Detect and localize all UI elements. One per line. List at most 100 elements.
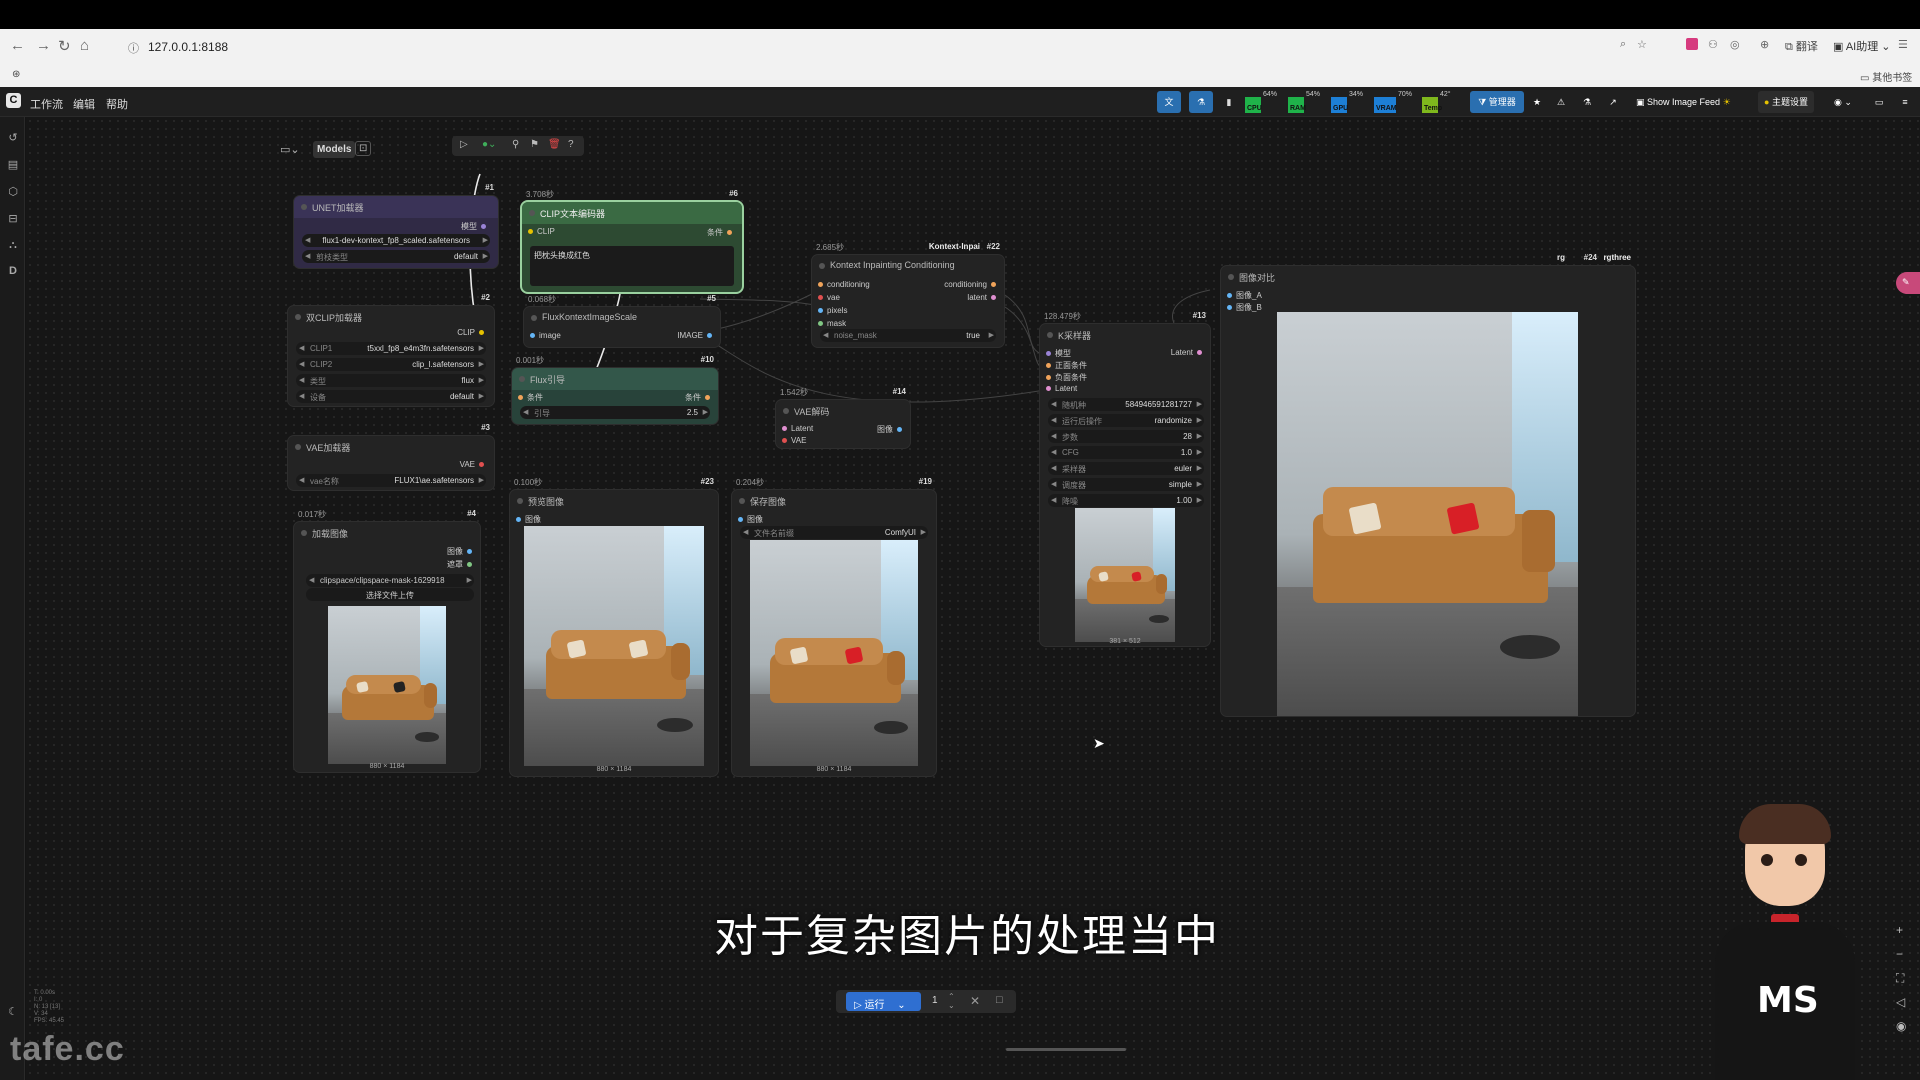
- node-preview-image[interactable]: 0.100秒 #23 预览图像 图像 880 × 1184: [510, 477, 718, 776]
- node-vae-decode[interactable]: 1.542秒 #14 VAE解码 Latent VAE 图像: [776, 387, 910, 448]
- input-negative[interactable]: 负面条件: [1042, 372, 1087, 383]
- input-image[interactable]: 图像: [512, 514, 541, 525]
- download-icon[interactable]: ⊕: [1760, 38, 1769, 51]
- templates-icon[interactable]: D: [6, 265, 20, 279]
- apps-icon[interactable]: ⊛: [12, 69, 20, 80]
- fit-view-icon[interactable]: ⛶: [1896, 971, 1904, 986]
- home-icon[interactable]: ⌂: [80, 37, 89, 54]
- folder-icon[interactable]: ▭⌄: [280, 143, 300, 156]
- extension-badge-icon[interactable]: ⚇: [1708, 38, 1718, 51]
- save-icon[interactable]: ⊡: [355, 141, 372, 156]
- menu-help[interactable]: 帮助: [106, 96, 128, 112]
- run-node-icon[interactable]: ▷: [460, 139, 468, 150]
- widget-scheduler[interactable]: 调度器 simple: [1048, 478, 1204, 491]
- bypass-icon[interactable]: ⚲: [512, 139, 519, 150]
- user-icon[interactable]: ◉ ⌄: [1832, 91, 1854, 113]
- node-clip-text-encode[interactable]: 3.708秒 #6 CLIP文本编码器 CLIP 条件 把枕头换成红色: [522, 189, 742, 292]
- other-bookmarks[interactable]: ▭ 其他书签: [1860, 69, 1912, 84]
- node-flux-guidance[interactable]: 0.001秒 #10 Flux引导 条件 条件 引导 2.5: [512, 355, 718, 424]
- node-load-image[interactable]: 0.017秒 #4 加载图像 图像 遮罩 clipspace/clipspace…: [294, 509, 480, 772]
- workflows-icon[interactable]: ⛬: [6, 239, 20, 253]
- bookmark-icon[interactable]: ▮: [1222, 91, 1236, 113]
- widget-unet-name[interactable]: flux1-dev-kontext_fp8_scaled.safetensors: [302, 234, 490, 247]
- widget-noise-mask[interactable]: noise_mask true: [820, 329, 996, 342]
- widget-denoise[interactable]: 降噪 1.00: [1048, 494, 1204, 507]
- node-flux-kontext-image-scale[interactable]: 0.068秒 #5 FluxKontextImageScale image IM…: [524, 294, 720, 347]
- color-picker-icon[interactable]: ●⌄: [482, 139, 496, 150]
- node-ksampler[interactable]: 128.479秒 #13 K采样器 模型 正面条件 负面条件 Latent La…: [1040, 311, 1210, 646]
- site-info-icon[interactable]: ⓘ: [128, 40, 139, 56]
- node-library-icon[interactable]: ⬡: [6, 185, 20, 199]
- stop-icon[interactable]: □: [996, 994, 1003, 1006]
- widget-clip1[interactable]: CLIP1 t5xxl_fp8_e4m3fn.safetensors: [296, 342, 486, 355]
- pin-icon[interactable]: ⚑: [530, 139, 539, 150]
- history-icon[interactable]: ↺: [6, 131, 20, 145]
- extension-icon-2[interactable]: ◎: [1730, 38, 1740, 51]
- output-conditioning[interactable]: 条件: [707, 227, 736, 238]
- batch-count[interactable]: 1: [932, 995, 938, 1006]
- widget-vae-name[interactable]: vae名称 FLUX1\ae.safetensors: [296, 474, 486, 487]
- model-library-icon[interactable]: ⊟: [6, 212, 20, 226]
- theme-button[interactable]: ● 主题设置: [1758, 91, 1814, 113]
- reload-icon[interactable]: ↻: [58, 37, 71, 55]
- show-image-feed-button[interactable]: ▣ Show Image Feed ☀: [1636, 91, 1741, 113]
- input-latent[interactable]: Latent: [778, 424, 813, 433]
- widget-image-file[interactable]: clipspace/clipspace-mask-1629918: [306, 574, 474, 587]
- input-image-b[interactable]: 图像_B: [1223, 302, 1262, 313]
- output-clip[interactable]: CLIP: [457, 328, 488, 337]
- run-button[interactable]: ▷ 运行 ⌄: [846, 992, 921, 1011]
- widget-guidance[interactable]: 引导 2.5: [520, 406, 710, 419]
- panel-toggle-icon[interactable]: ▭: [1872, 91, 1886, 113]
- translate-toggle-icon[interactable]: 文: [1157, 91, 1181, 113]
- select-mode-icon[interactable]: ◁: [1896, 995, 1905, 1009]
- share-icon[interactable]: ⚠: [1554, 91, 1568, 113]
- node-image-compare[interactable]: rg #24 rgthree 图像对比 图像_A 图像_B: [1221, 253, 1635, 716]
- flask-icon[interactable]: ⚗: [1580, 91, 1594, 113]
- input-model[interactable]: 模型: [1042, 348, 1071, 359]
- output-conditioning[interactable]: conditioning: [944, 280, 1000, 289]
- star-bookmark-icon[interactable]: ☆: [1637, 38, 1647, 51]
- widget-cfg[interactable]: CFG 1.0: [1048, 446, 1204, 459]
- input-mask[interactable]: mask: [814, 319, 846, 328]
- ai-assistant-button[interactable]: ▣ AI助理 ⌄: [1833, 38, 1891, 54]
- upload-button[interactable]: 选择文件上传: [306, 588, 474, 601]
- zoom-out-icon[interactable]: −: [1896, 947, 1903, 961]
- zoom-in-icon[interactable]: +: [1896, 923, 1903, 937]
- node-unet-loader[interactable]: #1 UNET加载器 模型 flux1-dev-kontext_fp8_scal…: [294, 183, 498, 268]
- widget-clip2[interactable]: CLIP2 clip_l.safetensors: [296, 358, 486, 371]
- output-model[interactable]: 模型: [461, 221, 490, 232]
- address-bar[interactable]: ⓘ 127.0.0.1:8188: [120, 34, 1640, 60]
- extension-icon[interactable]: [1686, 38, 1698, 50]
- output-mask[interactable]: 遮罩: [447, 559, 476, 570]
- widget-weight-dtype[interactable]: 剪枝类型 default: [302, 250, 490, 263]
- widget-seed[interactable]: 随机种 584946591281727: [1048, 398, 1204, 411]
- input-pixels[interactable]: pixels: [814, 306, 847, 315]
- output-vae[interactable]: VAE: [460, 460, 488, 469]
- input-vae[interactable]: vae: [814, 293, 840, 302]
- output-image[interactable]: 图像: [447, 546, 476, 557]
- toggle-links-icon[interactable]: ◉: [1896, 1019, 1906, 1033]
- menu-edit[interactable]: 编辑: [73, 96, 95, 112]
- input-image-a[interactable]: 图像_A: [1223, 290, 1262, 301]
- theme-moon-icon[interactable]: ☾: [6, 1005, 20, 1019]
- queue-icon[interactable]: ▤: [6, 158, 20, 172]
- output-latent[interactable]: Latent: [1171, 348, 1206, 357]
- output-latent[interactable]: latent: [967, 293, 1000, 302]
- cancel-icon[interactable]: ✕: [970, 994, 980, 1008]
- input-latent[interactable]: Latent: [1042, 384, 1077, 393]
- output-image[interactable]: IMAGE: [677, 331, 716, 340]
- translate-icon[interactable]: ⧉ 翻译: [1785, 38, 1818, 54]
- prompt-textarea[interactable]: 把枕头换成红色: [530, 246, 734, 286]
- menu-workflow[interactable]: 工作流: [30, 96, 63, 112]
- zoom-icon[interactable]: ⌕: [1620, 38, 1626, 51]
- compare-image[interactable]: [1277, 312, 1578, 716]
- widget-control-after[interactable]: 运行后操作 randomize: [1048, 414, 1204, 427]
- input-clip[interactable]: CLIP: [524, 227, 555, 236]
- input-positive[interactable]: 正面条件: [1042, 360, 1087, 371]
- delete-icon[interactable]: 🗑: [548, 139, 561, 150]
- output-image[interactable]: 图像: [877, 424, 906, 435]
- input-image[interactable]: 图像: [734, 514, 763, 525]
- models-button[interactable]: Models: [313, 141, 356, 158]
- output-conditioning[interactable]: 条件: [685, 392, 714, 403]
- input-conditioning[interactable]: 条件: [514, 392, 543, 403]
